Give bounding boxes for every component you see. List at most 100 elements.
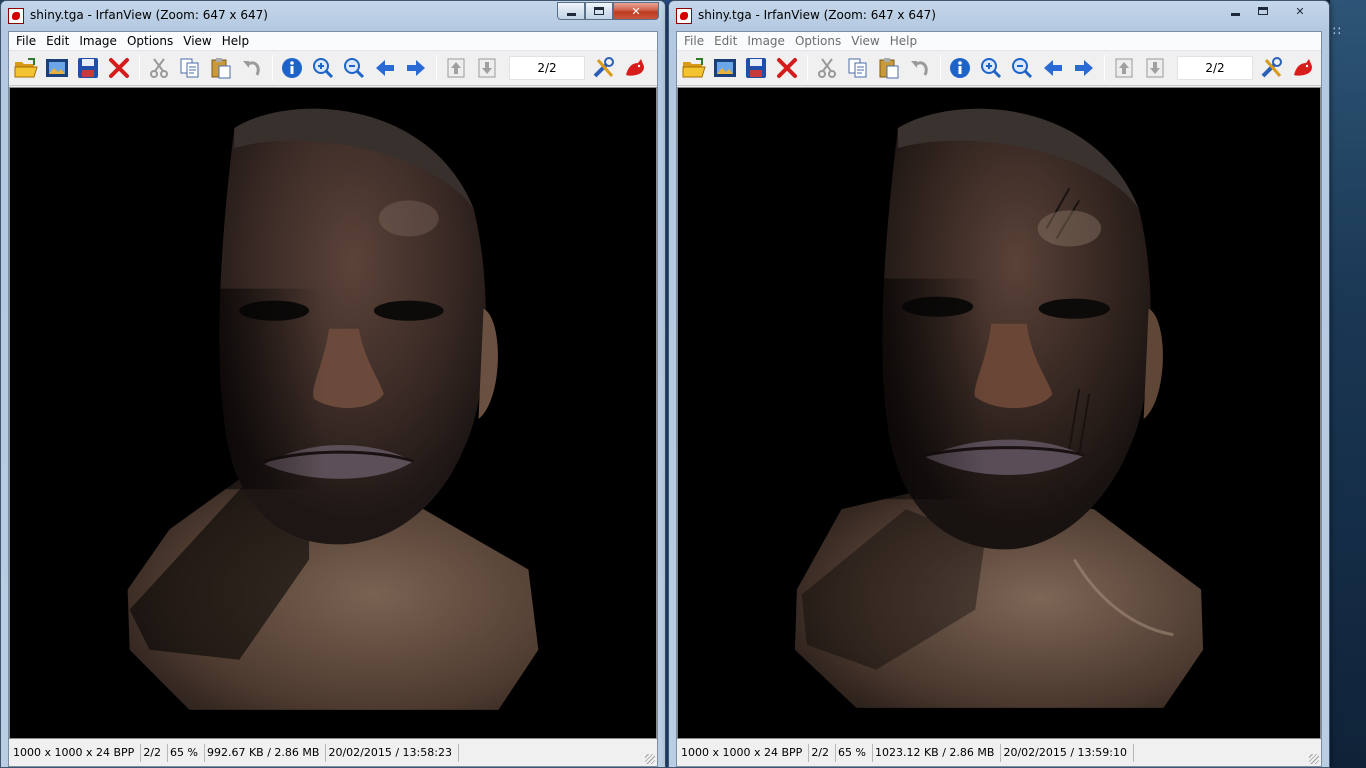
page-indicator-field[interactable]: 2/2 bbox=[1177, 56, 1253, 80]
paste-button[interactable] bbox=[206, 53, 236, 83]
info-button[interactable] bbox=[277, 53, 307, 83]
irfanview-cat-button[interactable] bbox=[1288, 53, 1318, 83]
toolbar-separator bbox=[139, 55, 140, 81]
slideshow-icon bbox=[714, 59, 736, 77]
previous-button[interactable] bbox=[370, 53, 400, 83]
undo-button[interactable] bbox=[237, 53, 267, 83]
client-area: File Edit Image Options View Help 2/2 10… bbox=[8, 31, 658, 767]
irfanview-icon[interactable] bbox=[676, 8, 692, 24]
head-render-image bbox=[10, 88, 656, 738]
irfanview-window-right[interactable]: shiny.tga - IrfanView (Zoom: 647 x 647) … bbox=[668, 0, 1330, 768]
zoom-in-button[interactable] bbox=[308, 53, 338, 83]
page-down-button[interactable] bbox=[1140, 53, 1170, 83]
slideshow-icon bbox=[46, 59, 68, 77]
open-folder-icon bbox=[682, 58, 706, 78]
status-filesize: 992.67 KB / 2.86 MB bbox=[205, 744, 327, 762]
close-icon: ✕ bbox=[1295, 4, 1305, 18]
toolbar-separator bbox=[940, 55, 941, 81]
settings-button[interactable] bbox=[589, 53, 619, 83]
resize-grip[interactable] bbox=[645, 754, 655, 764]
settings-button[interactable] bbox=[1257, 53, 1287, 83]
undo-button[interactable] bbox=[905, 53, 935, 83]
desktop-background-edge bbox=[1330, 0, 1366, 768]
copy-icon bbox=[848, 58, 867, 78]
save-icon bbox=[746, 58, 766, 78]
menu-file[interactable]: File bbox=[679, 34, 709, 48]
zoom-out-button[interactable] bbox=[1007, 53, 1037, 83]
minimize-icon bbox=[1230, 12, 1240, 16]
menu-view[interactable]: View bbox=[846, 34, 884, 48]
next-button[interactable] bbox=[1069, 53, 1099, 83]
menu-edit[interactable]: Edit bbox=[709, 34, 742, 48]
delete-button[interactable] bbox=[104, 53, 134, 83]
menu-help[interactable]: Help bbox=[885, 34, 922, 48]
image-viewport[interactable] bbox=[677, 87, 1321, 739]
status-dimensions: 1000 x 1000 x 24 BPP bbox=[11, 744, 142, 762]
caption-buttons: ✕ bbox=[557, 2, 659, 20]
page-down-icon bbox=[478, 58, 496, 78]
save-button[interactable] bbox=[741, 53, 771, 83]
menu-image[interactable]: Image bbox=[742, 34, 790, 48]
menu-options[interactable]: Options bbox=[790, 34, 846, 48]
maximize-button[interactable] bbox=[1249, 2, 1277, 20]
copy-button[interactable] bbox=[175, 53, 205, 83]
settings-icon bbox=[593, 57, 614, 78]
menu-view[interactable]: View bbox=[178, 34, 216, 48]
menu-options[interactable]: Options bbox=[122, 34, 178, 48]
close-icon: ✕ bbox=[631, 4, 641, 18]
image-viewport[interactable] bbox=[9, 87, 657, 739]
menu-bar: File Edit Image Options View Help bbox=[677, 32, 1321, 51]
head-render-image bbox=[678, 88, 1320, 738]
menu-image[interactable]: Image bbox=[74, 34, 122, 48]
minimize-button[interactable] bbox=[1221, 2, 1249, 20]
copy-button[interactable] bbox=[843, 53, 873, 83]
open-button[interactable] bbox=[679, 53, 709, 83]
cut-button[interactable] bbox=[144, 53, 174, 83]
slideshow-button[interactable] bbox=[710, 53, 740, 83]
menu-file[interactable]: File bbox=[11, 34, 41, 48]
menu-edit[interactable]: Edit bbox=[41, 34, 74, 48]
page-up-icon bbox=[447, 58, 465, 78]
previous-button[interactable] bbox=[1038, 53, 1068, 83]
status-page: 2/2 bbox=[141, 744, 169, 762]
close-button[interactable]: ✕ bbox=[1277, 2, 1323, 20]
save-button[interactable] bbox=[73, 53, 103, 83]
page-down-button[interactable] bbox=[472, 53, 502, 83]
status-bar: 1000 x 1000 x 24 BPP 2/2 65 % 992.67 KB … bbox=[9, 740, 657, 766]
delete-button[interactable] bbox=[772, 53, 802, 83]
caption-buttons: ✕ bbox=[1221, 2, 1323, 20]
info-button[interactable] bbox=[945, 53, 975, 83]
paste-button[interactable] bbox=[874, 53, 904, 83]
cut-icon bbox=[150, 58, 168, 78]
window-title: shiny.tga - IrfanView (Zoom: 647 x 647) bbox=[30, 8, 268, 22]
toolbar-separator bbox=[272, 55, 273, 81]
undo-icon bbox=[911, 61, 928, 76]
zoom-in-button[interactable] bbox=[976, 53, 1006, 83]
zoom-out-icon bbox=[1012, 58, 1033, 79]
open-button[interactable] bbox=[11, 53, 41, 83]
zoom-out-button[interactable] bbox=[339, 53, 369, 83]
title-bar[interactable]: shiny.tga - IrfanView (Zoom: 647 x 647) … bbox=[669, 1, 1329, 31]
next-icon bbox=[407, 60, 425, 76]
slideshow-button[interactable] bbox=[42, 53, 72, 83]
minimize-button[interactable] bbox=[557, 2, 585, 20]
toolbar: 2/2 bbox=[9, 51, 657, 86]
page-up-button[interactable] bbox=[1109, 53, 1139, 83]
page-indicator-field[interactable]: 2/2 bbox=[509, 56, 585, 80]
irfanview-icon[interactable] bbox=[8, 8, 24, 24]
cut-button[interactable] bbox=[812, 53, 842, 83]
resize-grip[interactable] bbox=[1309, 754, 1319, 764]
irfanview-cat-button[interactable] bbox=[620, 53, 650, 83]
paste-icon bbox=[211, 58, 231, 79]
toolbar-separator bbox=[436, 55, 437, 81]
page-down-icon bbox=[1146, 58, 1164, 78]
page-up-button[interactable] bbox=[441, 53, 471, 83]
maximize-button[interactable] bbox=[585, 2, 613, 20]
next-button[interactable] bbox=[401, 53, 431, 83]
zoom-in-icon bbox=[313, 58, 334, 79]
toolbar: 2/2 bbox=[677, 51, 1321, 86]
menu-help[interactable]: Help bbox=[217, 34, 254, 48]
title-bar[interactable]: shiny.tga - IrfanView (Zoom: 647 x 647) … bbox=[1, 1, 665, 31]
close-button[interactable]: ✕ bbox=[613, 2, 659, 20]
irfanview-window-left[interactable]: shiny.tga - IrfanView (Zoom: 647 x 647) … bbox=[0, 0, 666, 768]
